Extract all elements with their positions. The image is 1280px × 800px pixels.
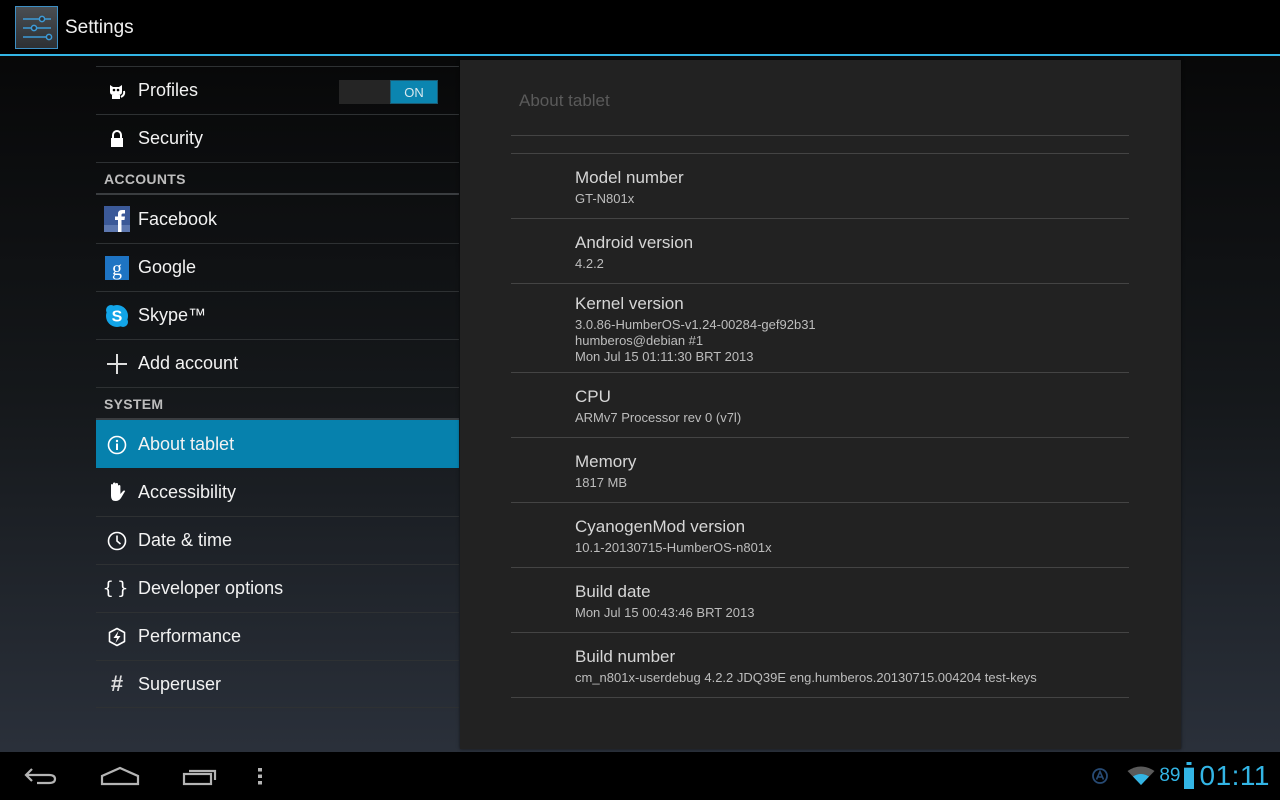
sidebar-item-security[interactable]: Security: [96, 114, 459, 162]
wifi-icon: [1127, 766, 1155, 785]
sidebar-item-accessibility[interactable]: Accessibility: [96, 468, 459, 516]
toggle-on-label: ON: [390, 80, 438, 104]
settings-sliders-icon[interactable]: [15, 6, 58, 49]
sidebar-item-developer-options[interactable]: {} Developer options: [96, 564, 459, 612]
back-button[interactable]: [16, 752, 66, 800]
cyanogen-notification-icon: [1092, 768, 1109, 784]
info-item-kernel-version[interactable]: Kernel version 3.0.86-HumberOS-v1.24-002…: [511, 284, 1129, 373]
sidebar-item-label: Developer options: [138, 578, 284, 598]
info-summary: GT-N801x: [575, 191, 635, 206]
lock-icon: [96, 129, 138, 148]
svg-text:S: S: [112, 308, 123, 325]
info-item-build-date[interactable]: Build date Mon Jul 15 00:43:46 BRT 2013: [511, 568, 1129, 633]
info-summary: Mon Jul 15 00:43:46 BRT 2013: [575, 605, 755, 620]
recent-apps-button[interactable]: [175, 752, 225, 800]
section-header-system: SYSTEM: [96, 387, 459, 420]
section-header-accounts: ACCOUNTS: [96, 162, 459, 195]
info-item-cpu[interactable]: CPU ARMv7 Processor rev 0 (v7l): [511, 373, 1129, 438]
sidebar-item-label: Performance: [138, 626, 242, 646]
svg-text:g: g: [112, 258, 122, 280]
home-icon: [100, 766, 140, 786]
braces-icon: {}: [102, 578, 132, 599]
facebook-icon: [96, 206, 138, 232]
info-title: CyanogenMod version: [575, 517, 746, 536]
info-title: Model number: [575, 168, 684, 187]
sidebar-item-label: Accessibility: [138, 481, 237, 502]
info-item-android-version[interactable]: Android version 4.2.2: [511, 219, 1129, 284]
google-icon: g: [96, 255, 138, 280]
sidebar-item-google[interactable]: g Google: [96, 243, 459, 291]
info-title: CPU: [575, 387, 611, 406]
sidebar-item-label: Add account: [138, 353, 239, 373]
sidebar-item-performance[interactable]: Performance: [96, 612, 459, 660]
clock-icon: [96, 531, 138, 551]
sidebar-item-label: Security: [138, 128, 204, 148]
sidebar-item-label: About tablet: [138, 434, 235, 454]
sidebar-item-label: Superuser: [138, 673, 222, 694]
info-title: Kernel version: [575, 294, 684, 313]
home-button[interactable]: [95, 752, 145, 800]
section-header-label: SYSTEM: [104, 396, 164, 412]
info-title: Build number: [575, 647, 676, 666]
action-bar: Settings: [0, 0, 1280, 56]
app-title: Settings: [65, 17, 134, 38]
status-area[interactable]: 89 01:11: [1091, 752, 1270, 800]
sidebar-item-label: Profiles: [138, 80, 199, 100]
hand-icon: [96, 481, 138, 503]
menu-icon: [258, 768, 262, 785]
info-summary: 4.2.2: [575, 256, 604, 271]
info-summary: ARMv7 Processor rev 0 (v7l): [575, 410, 742, 425]
skype-icon: S: [96, 304, 138, 328]
settings-list: Profiles ON Security ACCOUNTS Facebook g…: [96, 66, 459, 708]
panel-title: About tablet: [519, 91, 610, 110]
info-summary: cm_n801x-userdebug 4.2.2 JDQ39E eng.humb…: [575, 670, 1037, 685]
recent-apps-icon: [182, 769, 217, 786]
back-icon: [24, 768, 57, 785]
info-item-build-number[interactable]: Build number cm_n801x-userdebug 4.2.2 JD…: [511, 633, 1129, 698]
info-summary: 1817 MB: [575, 475, 628, 490]
sidebar-item-add-account[interactable]: Add account: [96, 339, 459, 387]
sidebar-item-about-tablet[interactable]: About tablet: [96, 420, 459, 468]
sidebar-item-label: Skype™: [138, 305, 207, 325]
profiles-toggle[interactable]: ON: [339, 80, 438, 104]
sidebar-item-facebook[interactable]: Facebook: [96, 195, 459, 243]
hash-icon: #: [110, 671, 124, 696]
sidebar-item-label: Facebook: [138, 208, 218, 229]
info-title: Build date: [575, 582, 651, 601]
sidebar-item-skype[interactable]: S Skype™: [96, 291, 459, 339]
info-item-model-number[interactable]: Model number GT-N801x: [511, 154, 1129, 219]
sidebar-item-profiles[interactable]: Profiles ON: [96, 66, 459, 114]
profiles-icon: [96, 81, 138, 101]
sidebar-item-date-time[interactable]: Date & time: [96, 516, 459, 564]
section-header-label: ACCOUNTS: [104, 171, 186, 187]
clock: 01:11: [1199, 760, 1270, 791]
sidebar-item-superuser[interactable]: # Superuser: [96, 660, 459, 708]
battery-percent: 89: [1159, 765, 1181, 786]
info-icon: [96, 435, 138, 455]
info-title: Memory: [575, 452, 637, 471]
about-tablet-panel: About tablet Model number GT-N801x Andro…: [460, 60, 1181, 749]
info-summary: 3.0.86-HumberOS-v1.24-00284-gef92b31 hum…: [575, 317, 816, 364]
divider: [511, 135, 1129, 136]
plus-icon: [96, 353, 138, 375]
navigation-bar: [0, 752, 1280, 800]
sidebar-item-label: Google: [138, 257, 197, 277]
info-item-memory[interactable]: Memory 1817 MB: [511, 438, 1129, 503]
info-summary: 10.1-20130715-HumberOS-n801x: [575, 540, 772, 555]
info-item-cyanogenmod-version[interactable]: CyanogenMod version 10.1-20130715-Humber…: [511, 503, 1129, 568]
menu-button[interactable]: [245, 752, 275, 800]
battery-icon: [1183, 762, 1194, 789]
info-title: Android version: [575, 233, 694, 252]
performance-icon: [96, 627, 138, 647]
sidebar-item-label: Date & time: [138, 530, 233, 550]
